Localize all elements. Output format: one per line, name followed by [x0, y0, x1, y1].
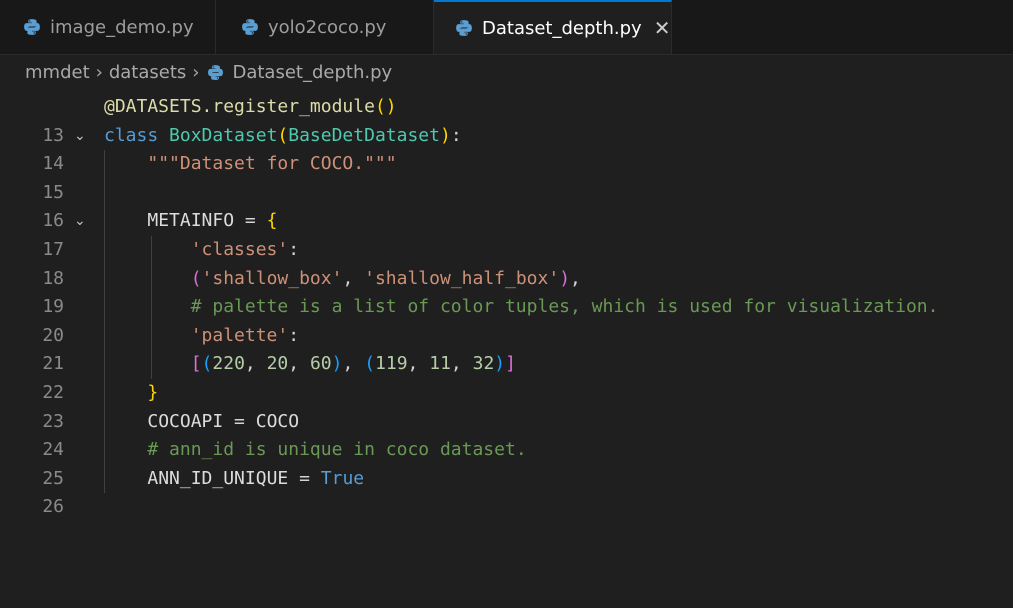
code-text: # palette is a list of color tuples, whi… — [104, 293, 939, 322]
number-token: 60 — [309, 353, 332, 375]
chevron-down-icon[interactable]: ⌄ — [74, 207, 94, 236]
code-text: @DATASETS.register_module() — [104, 93, 397, 122]
python-file-icon — [24, 19, 40, 35]
paren-token: ( — [190, 267, 202, 289]
code-text: """Dataset for COCO.""" — [104, 150, 397, 179]
code-line: 23 } — [0, 378, 1013, 432]
string-token: 'classes' — [190, 238, 289, 260]
punct-token: , — [288, 353, 310, 375]
python-file-icon — [208, 64, 224, 80]
paren-token: ( — [201, 353, 213, 375]
decorator-token: @DATASETS.register_module — [104, 96, 375, 117]
code-line: 19 ('shallow_box', 'shallow_half_box'), — [0, 264, 1013, 317]
punct-token: , — [342, 267, 365, 289]
number-token: 11 — [429, 353, 451, 375]
chevron-right-icon: › — [192, 61, 200, 83]
string-token: 'shallow_half_box' — [364, 267, 560, 289]
breadcrumb: mmdet › datasets › Dataset_depth.py — [0, 55, 1013, 89]
variable-token: COCOAPI — [147, 410, 224, 432]
variable-token: COCO — [255, 410, 300, 432]
punct-token: : — [288, 238, 300, 260]
code-line: 22 [(220, 20, 60), (119, 11, 32)] — [0, 350, 1013, 403]
operator-token: = — [223, 410, 256, 432]
operator-token: = — [288, 467, 321, 489]
brace-token: } — [147, 381, 159, 403]
code-line: 24 COCOAPI = COCO — [0, 407, 1013, 460]
number-token: 119 — [375, 353, 408, 375]
paren-token: ) — [439, 124, 451, 146]
code-line: 17 ⌄ METAINFO = { — [0, 207, 1013, 260]
string-token: 'palette' — [190, 324, 289, 346]
code-line: 15 """Dataset for COCO.""" — [0, 150, 1013, 203]
punct-token: , — [570, 267, 581, 289]
python-file-icon — [456, 20, 472, 36]
code-line: 16 — [0, 178, 1013, 231]
paren-token: ( — [364, 353, 376, 375]
punct-token: : — [288, 324, 300, 346]
comment-token: # palette is a list of color tuples, whi… — [190, 296, 939, 318]
operator-token: = — [234, 210, 267, 232]
punct-token: , — [450, 353, 473, 375]
number-token: 20 — [266, 353, 289, 375]
comment-token: # ann_id is unique in coco dataset. — [147, 439, 527, 461]
tab-dataset-depth[interactable]: Dataset_depth.py ✕ — [434, 0, 672, 54]
python-file-icon — [242, 19, 258, 35]
code-text: ('shallow_box', 'shallow_half_box'), — [104, 265, 581, 294]
keyword-token: class — [104, 124, 159, 146]
code-text: METAINFO = { — [104, 207, 277, 236]
punct-token: : — [450, 124, 462, 146]
bracket-token: ] — [505, 353, 516, 375]
code-line: 20 # palette is a list of color tuples, … — [0, 293, 1013, 346]
code-text: COCOAPI = COCO — [104, 408, 299, 437]
close-icon[interactable]: ✕ — [654, 18, 671, 38]
editor-tab-bar: image_demo.py yolo2coco.py Dataset_depth… — [0, 0, 1013, 55]
code-line: 26 ANN_ID_UNIQUE = True — [0, 464, 1013, 517]
tab-yolo2coco[interactable]: yolo2coco.py — [216, 0, 434, 54]
code-text: class BoxDataset(BaseDetDataset): — [104, 122, 462, 151]
tab-label: image_demo.py — [50, 16, 194, 38]
breadcrumb-item-datasets[interactable]: datasets — [109, 62, 186, 83]
punct-token: , — [342, 353, 365, 375]
bracket-token: [ — [190, 353, 202, 375]
variable-token: METAINFO — [147, 210, 235, 232]
indent-guide — [104, 178, 105, 208]
tab-image-demo[interactable]: image_demo.py — [0, 0, 216, 54]
paren-token: ) — [494, 353, 506, 375]
punct-token: , — [407, 353, 430, 375]
tab-label: Dataset_depth.py — [482, 17, 642, 39]
docstring-token: """Dataset for COCO.""" — [147, 153, 397, 175]
class-name-token: BaseDetDataset — [288, 124, 440, 146]
code-text: 'palette': — [104, 322, 299, 351]
paren-token: ( — [277, 124, 289, 146]
string-token: 'shallow_box' — [201, 267, 343, 289]
code-line: 18 'classes': — [0, 235, 1013, 289]
code-line: 13 @DATASETS.register_module() — [0, 93, 1013, 146]
chevron-right-icon: › — [95, 61, 103, 83]
class-name-token: BoxDataset — [169, 124, 278, 146]
tab-label: yolo2coco.py — [268, 16, 387, 38]
code-text: ANN_ID_UNIQUE = True — [104, 465, 364, 494]
keyword-token: True — [320, 467, 365, 489]
code-text: # ann_id is unique in coco dataset. — [104, 436, 527, 465]
breadcrumb-item-mmdet[interactable]: mmdet — [25, 62, 90, 83]
variable-token: ANN_ID_UNIQUE — [147, 467, 289, 489]
code-line: 25 # ann_id is unique in coco dataset. — [0, 436, 1013, 489]
number-token: 32 — [472, 353, 495, 375]
code-text: [(220, 20, 60), (119, 11, 32)] — [104, 350, 516, 379]
line-number: 26 — [42, 496, 64, 518]
punct-token: , — [244, 353, 267, 375]
code-text: } — [104, 379, 158, 408]
breadcrumb-item-file[interactable]: Dataset_depth.py — [232, 62, 392, 83]
paren-token: ) — [385, 96, 397, 117]
paren-token: ) — [331, 353, 343, 375]
brace-token: { — [266, 210, 278, 232]
paren-token: ( — [374, 96, 386, 117]
paren-token: ) — [559, 267, 571, 289]
code-editor[interactable]: 13 @DATASETS.register_module() 14 ⌄ clas… — [0, 93, 1013, 517]
code-line: 14 ⌄ class BoxDataset(BaseDetDataset): — [0, 122, 1013, 175]
chevron-down-icon[interactable]: ⌄ — [74, 122, 94, 151]
number-token: 220 — [212, 353, 245, 375]
code-text: 'classes': — [104, 236, 299, 265]
code-line: 21 'palette': — [0, 321, 1013, 374]
